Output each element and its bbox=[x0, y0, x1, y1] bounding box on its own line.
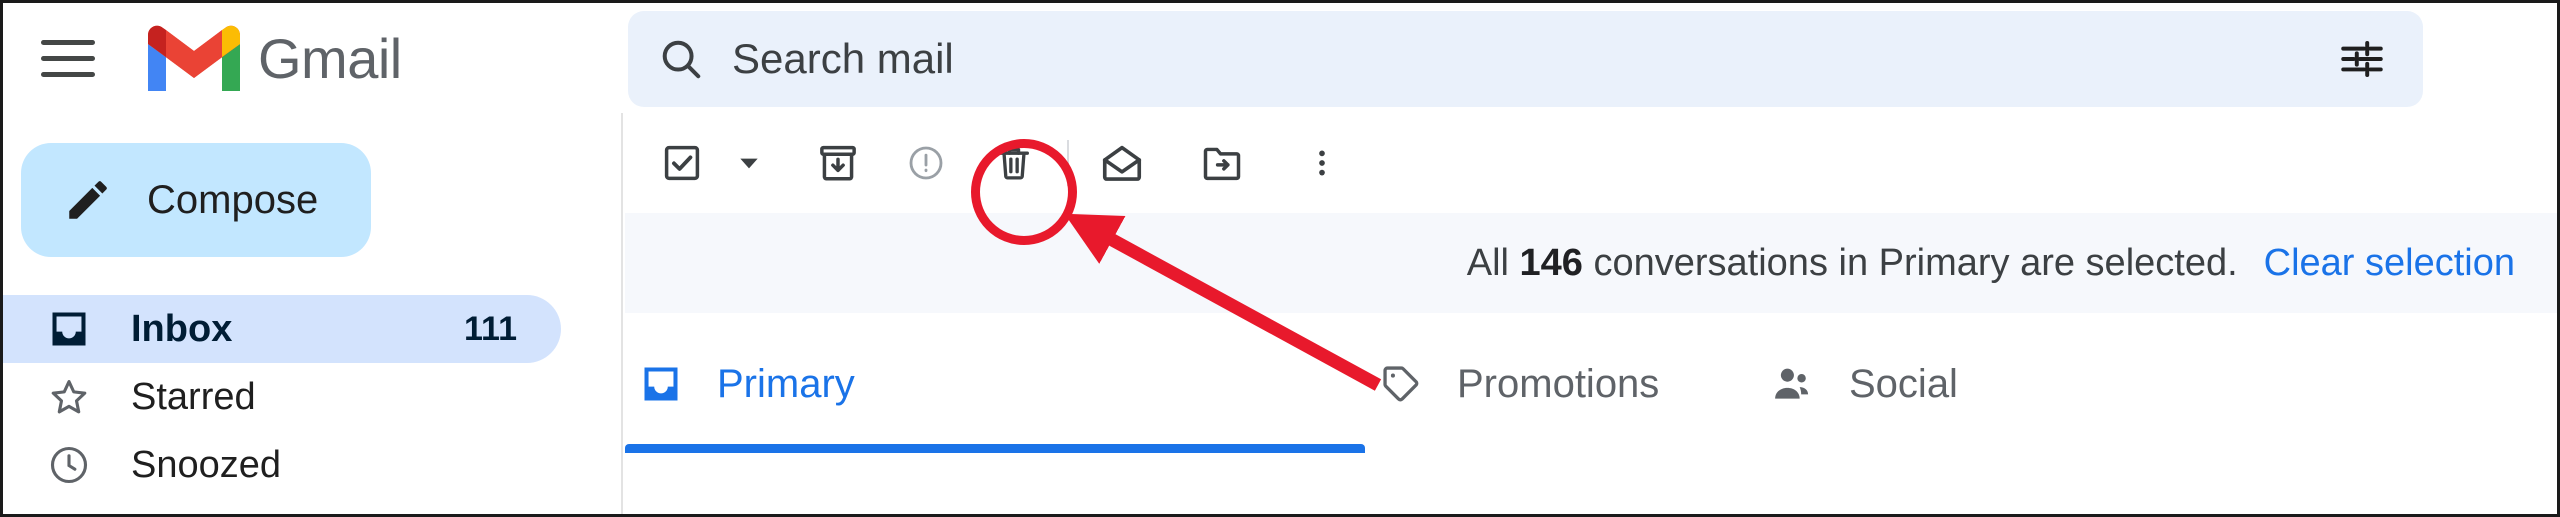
compose-label: Compose bbox=[147, 177, 319, 222]
tab-label: Social bbox=[1849, 361, 1958, 406]
archive-button[interactable] bbox=[799, 124, 877, 202]
select-all-checkbox[interactable] bbox=[643, 124, 721, 202]
search-bar[interactable] bbox=[628, 11, 2423, 107]
more-options-button[interactable] bbox=[1283, 124, 1361, 202]
sidebar-item-label: Snoozed bbox=[131, 443, 282, 486]
gmail-window: Gmail Search mail Compose Inbox 111 Star… bbox=[0, 0, 2560, 517]
mark-as-unread-button[interactable] bbox=[1083, 124, 1161, 202]
gmail-logo[interactable]: Gmail bbox=[148, 23, 402, 93]
selection-count: 146 bbox=[1519, 241, 1583, 284]
inbox-icon bbox=[47, 307, 93, 351]
sidebar-item-starred[interactable]: Starred bbox=[3, 363, 561, 431]
move-to-folder-button[interactable] bbox=[1183, 124, 1261, 202]
star-icon bbox=[47, 375, 93, 419]
pencil-icon bbox=[63, 175, 113, 225]
tag-icon bbox=[1379, 362, 1423, 406]
hamburger-bar bbox=[41, 39, 95, 45]
selection-prefix: All bbox=[1466, 241, 1509, 284]
delete-button[interactable] bbox=[975, 124, 1053, 202]
compose-button[interactable]: Compose bbox=[21, 143, 371, 257]
sidebar-item-label: Starred bbox=[131, 375, 256, 418]
sidebar-nav-list: Inbox 111 Starred Snoozed bbox=[3, 295, 621, 499]
inbox-tabs: Primary Promotions Social bbox=[625, 313, 2557, 453]
sidebar-item-snoozed[interactable]: Snoozed bbox=[3, 431, 561, 499]
tab-active-underline bbox=[625, 444, 1365, 453]
tab-social[interactable]: Social bbox=[1755, 315, 2145, 453]
sidebar: Compose Inbox 111 Starred Snoozed bbox=[3, 113, 623, 514]
hamburger-menu-icon[interactable] bbox=[41, 36, 95, 80]
sidebar-item-label: Inbox bbox=[131, 307, 233, 350]
inbox-unread-count: 111 bbox=[464, 309, 517, 348]
gmail-m-icon bbox=[148, 23, 240, 93]
toolbar-divider bbox=[1067, 140, 1069, 186]
mail-toolbar bbox=[625, 113, 2557, 213]
hamburger-bar bbox=[41, 71, 95, 77]
top-bar: Gmail bbox=[3, 3, 2557, 113]
search-input[interactable] bbox=[732, 35, 2337, 83]
main-panel: All 146 conversations in Primary are sel… bbox=[625, 113, 2557, 514]
hamburger-bar bbox=[41, 55, 95, 61]
filter-options-icon[interactable] bbox=[2337, 34, 2387, 84]
search-icon bbox=[658, 36, 704, 82]
inbox-icon bbox=[639, 362, 683, 406]
selection-suffix: conversations in Primary are selected. bbox=[1593, 241, 2238, 284]
selection-banner: All 146 conversations in Primary are sel… bbox=[625, 213, 2557, 313]
tab-primary[interactable]: Primary bbox=[625, 315, 1365, 453]
select-options-chevron-down-icon[interactable] bbox=[721, 124, 777, 202]
gmail-wordmark: Gmail bbox=[258, 26, 402, 90]
people-icon bbox=[1769, 361, 1815, 407]
report-spam-button[interactable] bbox=[887, 124, 965, 202]
sidebar-item-inbox[interactable]: Inbox 111 bbox=[3, 295, 561, 363]
tab-label: Primary bbox=[717, 361, 855, 406]
tab-label: Promotions bbox=[1457, 361, 1660, 406]
clear-selection-link[interactable]: Clear selection bbox=[2264, 242, 2515, 285]
tab-promotions[interactable]: Promotions bbox=[1365, 315, 1755, 453]
clock-icon bbox=[47, 443, 93, 487]
selection-message: All 146 conversations in Primary are sel… bbox=[1467, 242, 2238, 285]
